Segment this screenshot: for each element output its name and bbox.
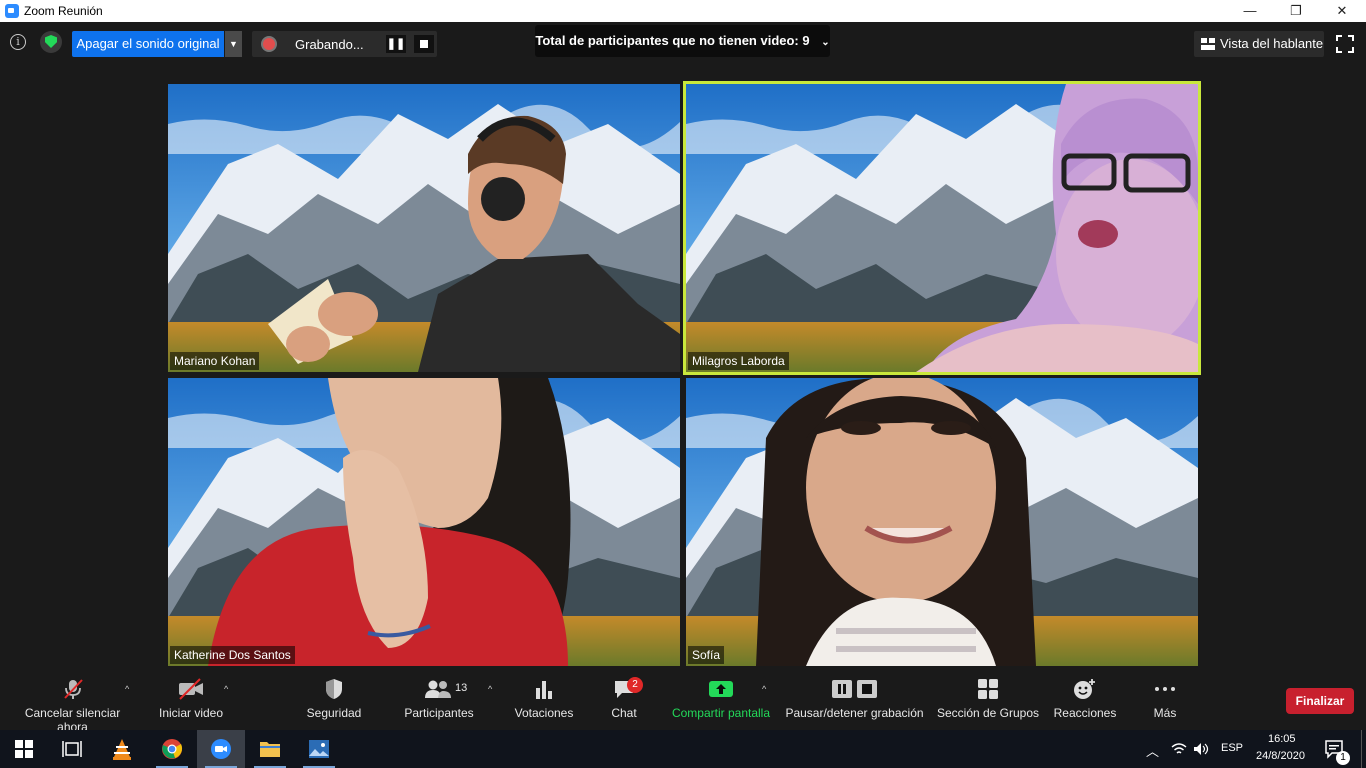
breakout-rooms-icon [978, 679, 998, 699]
participants-icon [425, 680, 451, 698]
volume-icon[interactable] [1193, 742, 1209, 756]
meeting-info-icon[interactable]: i [10, 34, 26, 50]
participants-label: Participantes [404, 706, 474, 720]
taskbar-file-explorer[interactable] [246, 730, 294, 768]
video-tile-katherine[interactable]: Katherine Dos Santos [168, 378, 680, 666]
chevron-down-icon: ⌄ [821, 37, 830, 48]
taskbar-chrome[interactable] [148, 730, 196, 768]
participant-name: Sofía [688, 646, 725, 664]
chat-unread-badge: 2 [627, 677, 643, 693]
pause-stop-recording-label: Pausar/detener grabación [785, 706, 924, 720]
participant-name: Milagros Laborda [688, 352, 789, 370]
polls-button[interactable]: Votaciones [510, 678, 578, 720]
shield-icon [326, 679, 342, 699]
windows-taskbar: ︿ ESP 16:05 24/8/2020 1 [0, 730, 1366, 768]
video-feed [686, 378, 1198, 666]
meeting-controls-toolbar: Cancelar silenciar ahora ^ Iniciar video… [0, 668, 1366, 734]
input-language-indicator[interactable]: ESP [1221, 742, 1243, 754]
window-title: Zoom Reunión [24, 4, 103, 18]
breakout-rooms-label: Sección de Grupos [936, 706, 1040, 720]
maximize-button[interactable]: ❐ [1273, 0, 1319, 22]
speaker-view-label: Vista del hablante [1220, 36, 1324, 51]
gallery-grid-icon [1201, 38, 1215, 50]
photos-icon [309, 740, 329, 758]
recording-indicator: Grabando... ❚❚ [252, 31, 437, 57]
pause-recording-button[interactable]: ❚❚ [386, 35, 406, 53]
fullscreen-icon[interactable] [1336, 35, 1354, 53]
reactions-button[interactable]: Reacciones [1052, 678, 1118, 720]
share-screen-button[interactable]: Compartir pantalla [668, 678, 774, 720]
reactions-smiley-icon [1074, 679, 1095, 699]
start-video-button[interactable]: Iniciar video [155, 678, 227, 720]
wifi-icon[interactable] [1171, 742, 1187, 756]
speaker-view-button[interactable]: Vista del hablante [1194, 31, 1324, 57]
audio-options-caret[interactable]: ^ [125, 684, 129, 694]
zoom-icon [211, 739, 231, 759]
polls-label: Votaciones [514, 706, 574, 720]
video-tile-mariano[interactable]: Mariano Kohan [168, 84, 680, 372]
encryption-shield-icon[interactable] [40, 31, 62, 53]
pause-stop-recording-button[interactable]: Pausar/detener grabación [782, 678, 927, 720]
chevron-down-icon[interactable]: ▼ [225, 31, 242, 57]
video-feed [686, 84, 1198, 372]
reactions-label: Reacciones [1053, 706, 1117, 720]
unmute-button[interactable]: Cancelar silenciar ahora [10, 678, 135, 734]
video-feed [168, 84, 680, 372]
share-screen-label: Compartir pantalla [671, 706, 771, 720]
start-video-label: Iniciar video [158, 706, 224, 720]
folder-icon [260, 742, 280, 757]
start-button[interactable] [0, 730, 48, 768]
breakout-rooms-button[interactable]: Sección de Grupos [936, 678, 1040, 720]
microphone-muted-icon [63, 679, 83, 699]
participants-count: 13 [455, 682, 468, 694]
pause-stop-icon [831, 680, 877, 698]
chrome-icon [162, 739, 183, 759]
share-options-caret[interactable]: ^ [762, 684, 766, 694]
participant-name: Katherine Dos Santos [170, 646, 295, 664]
meeting-top-bar: i Apagar el sonido original ▼ Grabando..… [0, 22, 1366, 66]
task-view-icon [62, 741, 82, 757]
taskbar-photos[interactable] [295, 730, 343, 768]
video-tile-milagros[interactable]: Milagros Laborda [683, 81, 1201, 375]
taskbar-zoom[interactable] [197, 730, 245, 768]
vlc-cone-icon [113, 739, 131, 760]
minimize-button[interactable]: — [1227, 0, 1273, 22]
participant-name: Mariano Kohan [170, 352, 260, 370]
end-meeting-button[interactable]: Finalizar [1286, 688, 1354, 714]
video-camera-off-icon [179, 678, 203, 700]
video-options-caret[interactable]: ^ [224, 684, 228, 694]
stop-recording-button[interactable] [414, 35, 434, 53]
task-view-button[interactable] [48, 730, 96, 768]
participants-button[interactable]: 13 Participantes [400, 678, 478, 720]
taskbar-vlc[interactable] [98, 730, 146, 768]
record-icon [263, 38, 275, 50]
zoom-app-icon [5, 4, 19, 18]
clock-date[interactable]: 24/8/2020 [1256, 750, 1305, 762]
share-screen-icon [709, 681, 733, 697]
windows-logo-icon [15, 740, 33, 758]
chat-label: Chat [611, 706, 637, 720]
original-sound-button[interactable]: Apagar el sonido original [72, 31, 224, 57]
recording-status: Grabando... [295, 37, 364, 52]
security-button[interactable]: Seguridad [300, 678, 368, 720]
more-label: Más [1153, 706, 1177, 720]
close-button[interactable]: ✕ [1319, 0, 1365, 22]
security-label: Seguridad [306, 706, 362, 720]
window-title-bar: Zoom Reunión — ❐ ✕ [0, 0, 1366, 22]
show-hidden-icons-chevron[interactable]: ︿ [1146, 741, 1159, 760]
video-tile-sofia[interactable]: Sofía [686, 378, 1198, 666]
notification-count-badge: 1 [1336, 751, 1350, 765]
show-desktop-button[interactable] [1361, 730, 1362, 768]
video-feed [168, 378, 680, 666]
no-video-count-text: Total de participantes que no tienen vid… [535, 33, 810, 48]
polls-bar-chart-icon [536, 681, 552, 699]
no-video-participants-dropdown[interactable]: Total de participantes que no tienen vid… [535, 25, 830, 57]
clock-time[interactable]: 16:05 [1268, 733, 1296, 745]
more-button[interactable]: Más [1146, 678, 1184, 720]
more-dots-icon [1155, 687, 1175, 691]
participants-options-caret[interactable]: ^ [488, 684, 492, 694]
